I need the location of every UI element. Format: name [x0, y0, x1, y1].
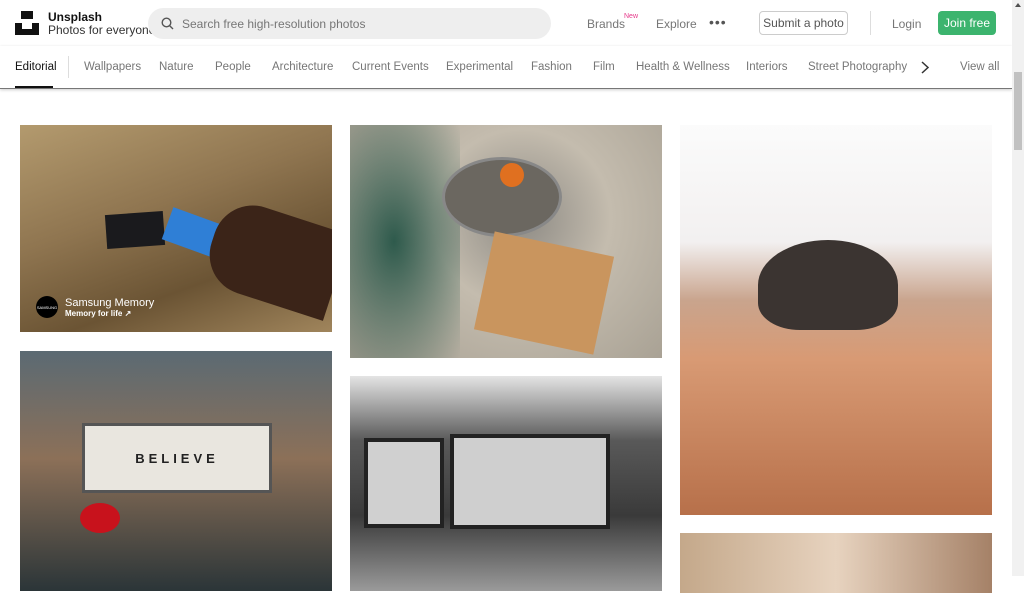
tab-street-photography[interactable]: Street Photography	[808, 61, 907, 73]
photo-vintage-car[interactable]	[350, 376, 662, 591]
search-input[interactable]: Search free high-resolution photos	[148, 8, 551, 39]
tab-nature[interactable]: Nature	[159, 61, 194, 73]
nav-explore[interactable]: Explore	[656, 17, 697, 31]
submit-photo-button[interactable]: Submit a photo	[759, 11, 848, 35]
topic-tabs: Editorial Wallpapers Nature People Archi…	[0, 46, 1012, 89]
tab-experimental[interactable]: Experimental	[446, 61, 513, 73]
eucalyptus	[350, 125, 460, 358]
unsplash-logo-icon[interactable]	[15, 11, 39, 35]
scrollbar[interactable]	[1012, 0, 1024, 576]
car-window	[450, 434, 610, 529]
join-free-button[interactable]: Join free	[938, 11, 996, 35]
search-icon	[161, 17, 174, 30]
photo-believe-marquee[interactable]: BELIEVE	[20, 351, 332, 591]
new-badge: New	[624, 13, 639, 20]
tab-architecture[interactable]: Architecture	[272, 61, 333, 73]
photo-elephant[interactable]	[680, 125, 992, 515]
tab-editorial[interactable]: Editorial	[15, 61, 57, 73]
hand	[199, 195, 332, 321]
sponsor-link[interactable]: Memory for life ↗	[65, 309, 154, 318]
divider	[68, 56, 69, 78]
chevron-right-icon[interactable]	[920, 61, 930, 74]
divider	[870, 11, 871, 35]
more-icon[interactable]: •••	[709, 14, 727, 30]
scroll-up-icon[interactable]	[1015, 3, 1021, 7]
car-window	[364, 438, 444, 528]
tab-health-wellness[interactable]: Health & Wellness	[636, 61, 730, 73]
top-header: Unsplash Photos for everyone Search free …	[0, 0, 1012, 46]
scrollbar-thumb[interactable]	[1014, 72, 1022, 150]
brand-tagline: Photos for everyone	[48, 23, 156, 37]
sponsor-name: Samsung Memory	[65, 296, 155, 309]
view-all-link[interactable]: View all	[960, 61, 999, 73]
gift-box	[473, 231, 615, 355]
tab-people[interactable]: People	[215, 61, 251, 73]
ssd-black	[104, 211, 166, 249]
photo-samsung-ssd[interactable]: SAMSUNG Samsung Memory Memory for life ↗	[20, 125, 332, 332]
tab-film[interactable]: Film	[593, 61, 615, 73]
search-placeholder: Search free high-resolution photos	[182, 16, 366, 31]
tangerine	[500, 163, 524, 187]
tab-fashion[interactable]: Fashion	[531, 61, 572, 73]
photo-christmas-gifts[interactable]	[350, 125, 662, 358]
active-tab-indicator	[15, 86, 53, 88]
brand[interactable]: Unsplash Photos for everyone	[48, 11, 155, 37]
sponsor-badge[interactable]: SAMSUNG Samsung Memory Memory for life ↗	[36, 296, 154, 318]
elephant	[758, 240, 898, 330]
red-flowers	[80, 503, 120, 533]
nav-brands[interactable]: Brands	[587, 17, 625, 31]
tab-wallpapers[interactable]: Wallpapers	[84, 61, 141, 73]
samsung-avatar: SAMSUNG	[36, 296, 58, 318]
marquee-sign: BELIEVE	[82, 423, 272, 493]
photo-portrait[interactable]	[680, 533, 992, 593]
tab-interiors[interactable]: Interiors	[746, 61, 788, 73]
login-link[interactable]: Login	[892, 17, 921, 31]
tab-current-events[interactable]: Current Events	[352, 61, 429, 73]
